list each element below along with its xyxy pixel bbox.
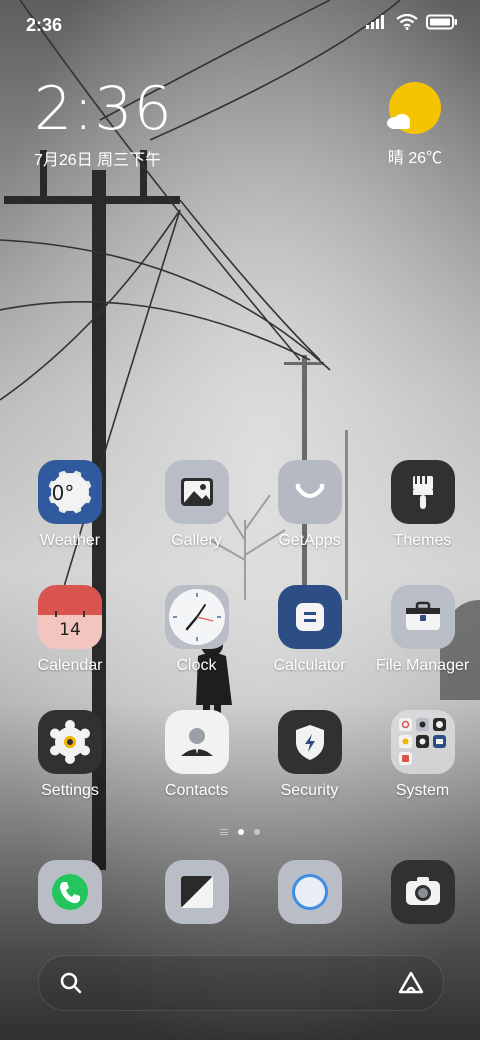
system-folder-icon	[390, 710, 455, 774]
app-row: 0° Weather Gallery GetApps Themes	[0, 460, 480, 585]
app-label: Settings	[41, 782, 99, 799]
gallery-icon	[164, 460, 229, 524]
sun-icon	[387, 82, 441, 134]
app-label: Weather	[39, 532, 101, 549]
app-label: Calendar	[37, 657, 103, 674]
svg-text:14: 14	[59, 620, 81, 640]
status-bar: 2:36	[0, 0, 480, 50]
app-label: Contacts	[164, 782, 229, 799]
settings-icon	[38, 710, 102, 774]
dock-browser[interactable]	[253, 860, 366, 924]
app-label: Gallery	[171, 532, 222, 549]
app-calculator[interactable]: Calculator	[253, 585, 366, 710]
weather-text: 晴 26℃	[387, 150, 443, 167]
svg-text:0°: 0°	[52, 481, 75, 505]
app-weather[interactable]: 0° Weather	[0, 460, 140, 585]
widget-time: 2:36	[34, 74, 173, 144]
app-label: GetApps	[278, 532, 341, 549]
app-label: Security	[280, 782, 339, 799]
calendar-icon: 14	[38, 585, 102, 649]
page-indicator[interactable]	[0, 829, 480, 835]
calculator-icon	[277, 585, 342, 649]
app-label: Calculator	[273, 657, 346, 674]
app-grid: 0° Weather Gallery GetApps Themes 14 Cal…	[0, 460, 480, 835]
app-label: Clock	[176, 657, 217, 674]
search-bar[interactable]	[38, 955, 444, 1011]
wifi-icon	[396, 14, 418, 30]
getapps-icon	[277, 460, 342, 524]
themes-icon	[390, 460, 455, 524]
messaging-icon	[164, 860, 229, 924]
app-row: Settings Contacts Security System	[0, 710, 480, 835]
cloud-icon	[387, 114, 410, 129]
status-icons	[366, 14, 458, 30]
search-icon	[60, 972, 82, 994]
browser-icon	[277, 860, 342, 924]
dock	[0, 860, 480, 924]
status-time: 2:36	[26, 15, 63, 35]
clock-widget[interactable]: 2:36 7月26日 周三下午	[34, 78, 173, 170]
app-label: Themes	[393, 532, 452, 549]
app-gallery[interactable]: Gallery	[140, 460, 253, 585]
page-indicator-menu	[220, 829, 228, 835]
app-file-manager[interactable]: File Manager	[366, 585, 479, 710]
dock-camera[interactable]	[366, 860, 479, 924]
phone-icon	[38, 860, 102, 924]
clock-icon	[164, 585, 229, 649]
app-security[interactable]: Security	[253, 710, 366, 835]
page-dot-active	[238, 829, 244, 835]
file-manager-icon	[390, 585, 455, 649]
app-settings[interactable]: Settings	[0, 710, 140, 835]
app-row: 14 Calendar Clock Calculator File Manage…	[0, 585, 480, 710]
page-dot	[254, 829, 260, 835]
app-label: File Manager	[375, 657, 470, 674]
widget-date: 7月26日 周三下午	[34, 152, 162, 169]
weather-widget[interactable]: 晴 26℃	[374, 82, 456, 168]
security-icon	[277, 710, 342, 774]
dock-messaging[interactable]	[140, 860, 253, 924]
assistant-icon[interactable]	[397, 970, 425, 996]
dock-phone[interactable]	[0, 860, 140, 924]
app-calendar[interactable]: 14 Calendar	[0, 585, 140, 710]
app-contacts[interactable]: Contacts	[140, 710, 253, 835]
weather-icon: 0°	[38, 460, 102, 524]
app-label: System	[395, 782, 450, 799]
signal-icon	[366, 15, 384, 29]
contacts-icon	[164, 710, 229, 774]
app-getapps[interactable]: GetApps	[253, 460, 366, 585]
app-system-folder[interactable]: System	[366, 710, 479, 835]
camera-icon	[390, 860, 455, 924]
app-clock[interactable]: Clock	[140, 585, 253, 710]
battery-icon	[426, 14, 457, 30]
app-themes[interactable]: Themes	[366, 460, 479, 585]
